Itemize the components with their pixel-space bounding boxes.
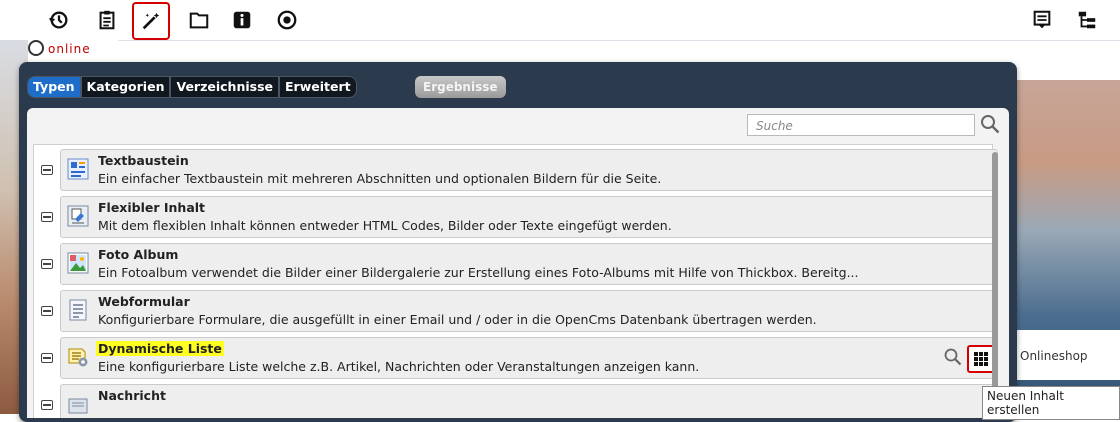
type-card[interactable]: Webformular Konfigurierbare Formulare, d… (60, 290, 998, 332)
types-panel: Suche Textbaustein Ein einfacher Textbau… (27, 108, 1009, 418)
tooltip: Neuen Inhalt erstellen (982, 386, 1120, 420)
item-title: Nachricht (98, 388, 166, 403)
clipboard-icon[interactable] (95, 8, 119, 32)
tab-typen[interactable]: Typen (27, 76, 81, 98)
select-checkbox[interactable] (41, 165, 53, 175)
search-icon[interactable] (943, 347, 963, 367)
toolbar (0, 0, 1120, 41)
type-card[interactable]: Flexibler Inhalt Mit dem flexiblen Inhal… (60, 196, 998, 238)
folder-icon[interactable] (187, 8, 211, 32)
item-description: Ein Fotoalbum verwendet die Bilder einer… (98, 265, 859, 280)
item-title: Textbaustein (98, 153, 189, 168)
list-item[interactable]: Flexibler Inhalt Mit dem flexiblen Inhal… (34, 194, 998, 240)
select-checkbox[interactable] (41, 212, 53, 222)
grid-icon (974, 352, 988, 366)
web-form-icon (69, 299, 87, 321)
type-card[interactable]: Nachricht (60, 384, 998, 418)
select-checkbox[interactable] (41, 353, 53, 363)
list-item[interactable]: Dynamische Liste Eine konfigurierbare Li… (34, 335, 998, 381)
tab-verzeichnisse[interactable]: Verzeichnisse (170, 76, 279, 98)
item-description: Mit dem flexiblen Inhalt können entweder… (98, 218, 672, 233)
list-item[interactable]: Textbaustein Ein einfacher Textbaustein … (34, 147, 998, 193)
type-card[interactable]: Foto Album Ein Fotoalbum verwendet die B… (60, 243, 998, 285)
onlineshop-link[interactable]: Onlineshop (1020, 349, 1088, 363)
tab-erweitert[interactable]: Erweitert (279, 76, 357, 98)
new-content-button[interactable] (967, 345, 995, 373)
text-block-icon (67, 158, 89, 180)
type-card[interactable]: Textbaustein Ein einfacher Textbaustein … (60, 149, 998, 191)
search-input[interactable]: Suche (747, 114, 975, 136)
target-icon[interactable] (275, 8, 299, 32)
publish-list-icon[interactable] (1030, 8, 1054, 32)
item-description: Konfigurierbare Formulare, die ausgefüll… (98, 312, 817, 327)
type-card[interactable]: Dynamische Liste Eine konfigurierbare Li… (60, 337, 998, 379)
tab-bar: Typen Kategorien Verzeichnisse Erweitert (27, 76, 357, 98)
item-title: Dynamische Liste (96, 341, 224, 356)
select-checkbox[interactable] (41, 306, 53, 316)
select-checkbox[interactable] (41, 259, 53, 269)
flexible-content-icon (67, 205, 89, 227)
news-icon (68, 398, 88, 414)
list-item[interactable]: Nachricht (34, 382, 998, 418)
dynamic-list-icon (68, 348, 88, 367)
item-title: Webformular (98, 294, 190, 309)
list-item[interactable]: Webformular Konfigurierbare Formulare, d… (34, 288, 998, 334)
item-description: Ein einfacher Textbaustein mit mehreren … (98, 171, 662, 186)
results-button[interactable]: Ergebnisse (415, 76, 506, 98)
info-icon[interactable] (230, 8, 254, 32)
item-title: Flexibler Inhalt (98, 200, 206, 215)
site-logo: online (28, 40, 91, 56)
sitemap-icon[interactable] (1075, 8, 1099, 32)
history-icon[interactable] (47, 8, 71, 32)
select-checkbox[interactable] (41, 400, 53, 410)
list-scrollbar[interactable] (992, 152, 998, 418)
tab-kategorien[interactable]: Kategorien (80, 76, 171, 98)
item-description: Eine konfigurierbare Liste welche z.B. A… (98, 359, 700, 374)
magic-wand-icon[interactable] (132, 2, 170, 40)
search-icon[interactable] (979, 113, 1001, 135)
type-list: Textbaustein Ein einfacher Textbaustein … (33, 144, 998, 418)
gallery-dialog: Typen Kategorien Verzeichnisse Erweitert… (19, 62, 1017, 422)
photo-album-icon (67, 252, 89, 274)
item-title: Foto Album (98, 247, 179, 262)
list-item[interactable]: Foto Album Ein Fotoalbum verwendet die B… (34, 241, 998, 287)
